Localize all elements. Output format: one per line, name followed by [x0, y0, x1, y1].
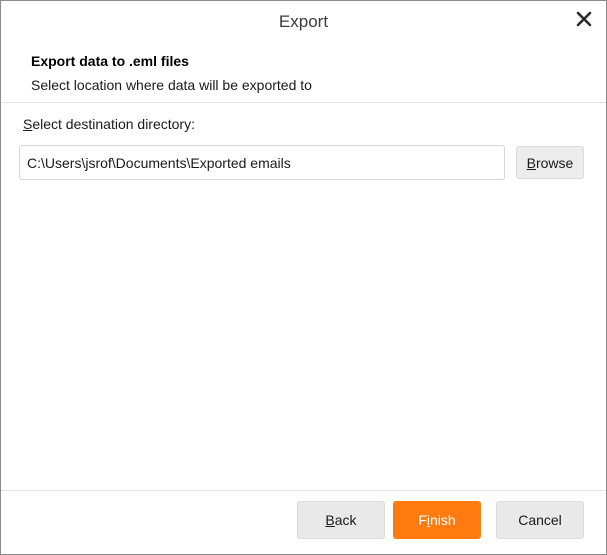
wizard-header: Export data to .eml files Select locatio… — [1, 45, 606, 103]
header-subtitle: Select location where data will be expor… — [31, 77, 312, 93]
finish-label: nish — [430, 512, 456, 528]
destination-label: Select destination directory: — [23, 116, 195, 132]
destination-label-text: elect destination directory: — [32, 116, 195, 132]
destination-label-accel: S — [23, 116, 33, 132]
close-button[interactable] — [574, 9, 594, 29]
back-label: ack — [334, 512, 357, 528]
dialog-title: Export — [278, 12, 329, 31]
destination-path-input[interactable] — [19, 145, 505, 180]
browse-label: rowse — [535, 154, 574, 171]
browse-accel: B — [526, 154, 536, 171]
export-dialog: Export Export data to .eml files Select … — [0, 0, 607, 555]
cancel-button[interactable]: Cancel — [496, 501, 584, 539]
header-title: Export data to .eml files — [31, 53, 189, 69]
finish-button[interactable]: Fi nish — [393, 501, 481, 539]
back-accel: B — [325, 512, 335, 528]
title-bar: Export — [1, 1, 606, 45]
footer-divider — [1, 490, 606, 491]
browse-button[interactable]: Browse — [516, 146, 584, 179]
finish-label-pre: F — [418, 512, 427, 528]
close-icon — [576, 11, 592, 27]
cancel-label: Cancel — [518, 512, 562, 528]
back-button[interactable]: Back — [297, 501, 385, 539]
